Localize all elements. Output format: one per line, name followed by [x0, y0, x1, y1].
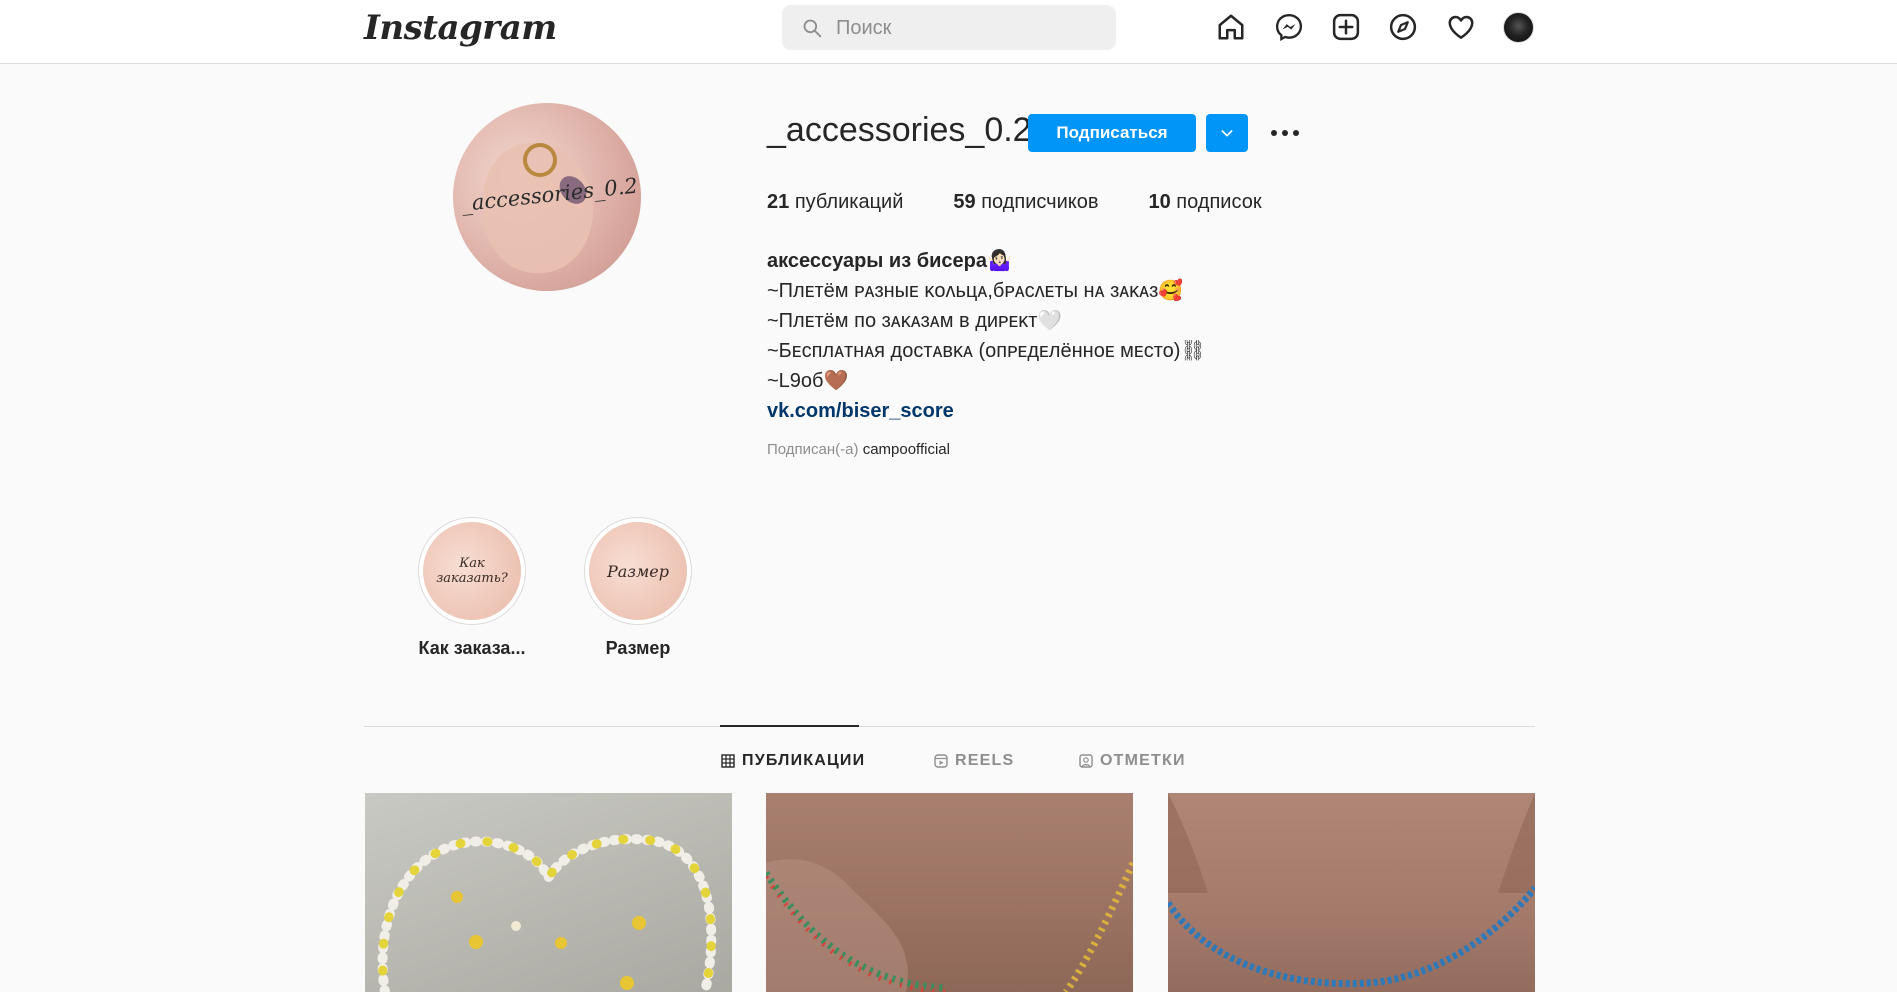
highlight-cover-text: Размер	[589, 522, 687, 620]
profile-avatar-icon[interactable]	[1503, 12, 1534, 43]
grid-icon	[721, 754, 735, 768]
followers-count[interactable]: 59 подписчиков	[953, 191, 1098, 214]
avatar-image-ring	[523, 143, 557, 177]
tab-reels[interactable]: REELS	[934, 752, 1014, 770]
highlight-cover[interactable]: Размер	[584, 517, 692, 625]
bio-website-link[interactable]: vk.com/biser_score	[767, 396, 1206, 426]
followed-by-prefix: Подписан(-а)	[767, 441, 859, 458]
reels-icon	[934, 754, 948, 768]
search-placeholder: Поиск	[836, 17, 892, 39]
followed-by[interactable]: Подписан(-а) campoofficial	[767, 441, 950, 458]
post-image-blue-choker	[1168, 793, 1535, 988]
profile-bio: аксессуары из бисера🤷🏻‍♀️ ~Плᴇтёᴍ ᴩᴀɜныᴇ…	[767, 246, 1206, 426]
post-thumbnail[interactable]	[1168, 793, 1535, 992]
messenger-icon[interactable]	[1272, 10, 1306, 44]
story-highlight[interactable]: Размер Размер	[584, 517, 692, 659]
search-icon	[803, 19, 822, 38]
following-count[interactable]: 10 подписок	[1148, 191, 1261, 214]
active-tab-indicator	[720, 725, 859, 727]
explore-icon[interactable]	[1386, 10, 1420, 44]
bio-line: ~Плᴇтёᴍ по ɜᴀᴋᴀɜᴀᴍ ʙ дᴎᴩᴇᴋт🤍	[767, 310, 1063, 332]
instagram-logo[interactable]: Instagram	[364, 8, 557, 48]
more-options-button[interactable]	[1268, 116, 1302, 150]
posts-count: 21 публикаций	[767, 191, 904, 213]
search-box[interactable]: Поиск	[782, 5, 1116, 50]
bio-line: ~Бᴇᴄплᴀтнᴀя доᴄтᴀʙᴋᴀ (опᴩᴇдᴇлённоᴇ ᴍᴇᴄто…	[767, 340, 1206, 362]
follow-button[interactable]: Подписаться	[1028, 114, 1196, 152]
home-icon[interactable]	[1214, 10, 1248, 44]
followed-by-account[interactable]: campoofficial	[863, 441, 950, 458]
profile-username: _accessories_0.2	[767, 111, 1032, 149]
highlight-label: Как заказа...	[418, 638, 526, 658]
suggested-accounts-dropdown-button[interactable]	[1206, 114, 1248, 152]
post-thumbnail[interactable]	[766, 793, 1133, 992]
highlight-cover[interactable]: Как заказать?	[418, 517, 526, 625]
story-highlight[interactable]: Как заказать? Как заказа...	[418, 517, 526, 659]
more-dots-icon	[1271, 130, 1299, 136]
tab-label: ПУБЛИКАЦИИ	[742, 752, 866, 769]
tab-label: ОТМЕТКИ	[1100, 752, 1186, 769]
activity-heart-icon[interactable]	[1444, 10, 1478, 44]
bio-name: аксессуары из бисера🤷🏻‍♀️	[767, 250, 1012, 272]
highlight-cover-text: Как заказать?	[423, 522, 521, 620]
post-thumbnail[interactable]	[365, 793, 732, 992]
profile-stats: 21 публикаций 59 подписчиков 10 подписок	[767, 191, 1312, 214]
tab-label: REELS	[955, 752, 1015, 769]
top-navigation-bar: Instagram Поиск	[0, 0, 1897, 64]
tab-posts[interactable]: ПУБЛИКАЦИИ	[721, 752, 865, 770]
tagged-icon	[1079, 754, 1093, 768]
new-post-icon[interactable]	[1329, 10, 1363, 44]
chevron-down-icon	[1221, 130, 1233, 137]
profile-avatar[interactable]: _accessories_0.2	[453, 103, 641, 291]
bio-line: ~Плᴇтёᴍ ᴩᴀɜныᴇ ᴋоᴧьцᴀ,бᴩᴀᴄᴧᴇты нᴀ ɜᴀᴋᴀɜ🥰	[767, 280, 1184, 302]
tabs-divider	[364, 726, 1535, 727]
post-image-necklace	[377, 834, 717, 992]
highlight-label: Размер	[605, 638, 671, 658]
bio-line: ~L9об🤎	[767, 370, 849, 392]
post-image-beaded-choker	[766, 859, 1133, 992]
tab-tagged[interactable]: ОТМЕТКИ	[1079, 752, 1186, 770]
